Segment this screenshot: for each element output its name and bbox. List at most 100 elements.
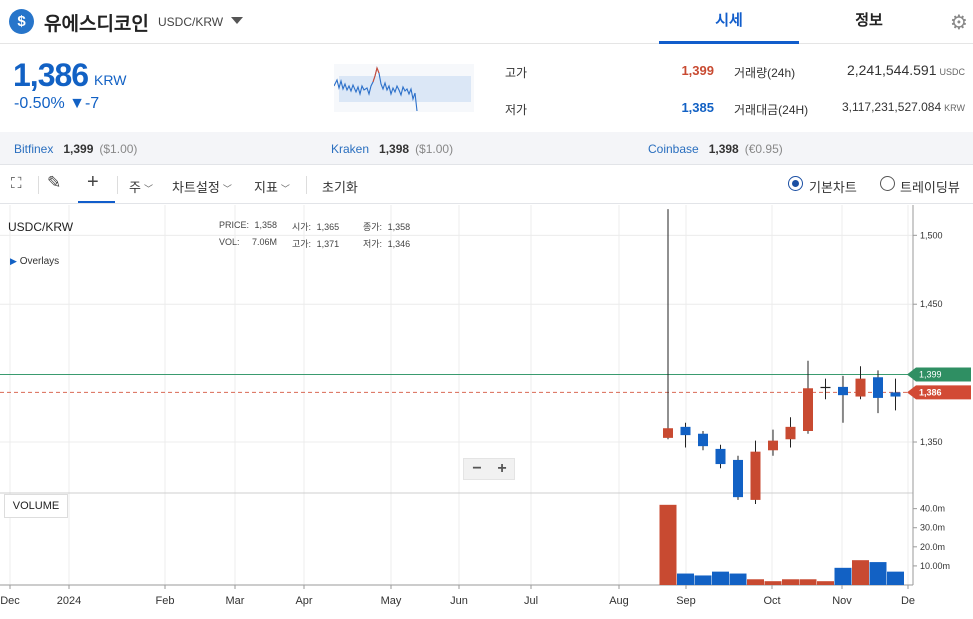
trading-view-label[interactable]: 트레이딩뷰 xyxy=(900,177,960,196)
time-tick-label: De xyxy=(901,595,915,607)
price-tick-label: 1,350 xyxy=(920,437,943,447)
chevron-down-icon: ﹀ xyxy=(143,184,153,194)
volume-bar xyxy=(747,579,764,585)
candle-body xyxy=(733,459,743,498)
volume-tick-label: 20.0m xyxy=(920,542,945,552)
time-tick-label: Oct xyxy=(763,595,780,607)
volume-tick-label: 10.00m xyxy=(920,561,950,571)
legend-price: PRICE: 1,358 xyxy=(219,220,278,230)
amount-24h-value: 3,117,231,527.084 KRW xyxy=(841,100,965,114)
basic-chart-label[interactable]: 기본차트 xyxy=(809,177,857,196)
volume-bar xyxy=(869,562,887,585)
volume-bar xyxy=(852,560,869,585)
exchange-coinbase[interactable]: Coinbase 1,398 (€0.95) xyxy=(648,142,783,156)
candle-body xyxy=(750,451,761,500)
price-tick-label: 1,450 xyxy=(920,299,943,309)
volume-bar xyxy=(764,581,782,585)
play-icon: ▶ xyxy=(10,256,17,266)
candle-body xyxy=(803,388,813,431)
volume-bar xyxy=(782,579,799,585)
legend-high: 고가: 1,371 xyxy=(292,239,340,249)
mini-price-chart xyxy=(333,64,474,112)
time-tick-label: Jun xyxy=(450,595,468,607)
candle-body xyxy=(873,377,883,398)
time-tick-label: Jul xyxy=(524,595,538,607)
current-price: 1,386 xyxy=(13,57,89,93)
volume-24h-value: 2,241,544.591 USDC xyxy=(846,62,965,78)
price-summary: 1,386 KRW -0.50% ▼-7 고가 1,399 저가 1,385 거… xyxy=(0,45,973,132)
high-label: 고가 xyxy=(505,66,528,80)
volume-tick-label: 40.0m xyxy=(920,504,945,514)
candle-body xyxy=(698,433,708,447)
time-tick-label: Dec xyxy=(0,595,20,607)
volume-bar xyxy=(694,575,712,585)
exchange-kraken[interactable]: Kraken 1,398 ($1.00) xyxy=(331,142,453,156)
chart-pair-title: USDC/KRW xyxy=(8,220,74,234)
trading-view-radio[interactable] xyxy=(880,176,895,191)
time-tick-label: Mar xyxy=(226,595,245,607)
chart-toolbar: ⛶ ✎ + 주 ﹀ 차트설정 ﹀ 지표 ﹀ 초기화 기본차트 트레이딩뷰 xyxy=(0,166,973,204)
volume-bar xyxy=(712,571,729,585)
time-tick-label: Apr xyxy=(295,595,312,607)
volume-24h-label: 거래량(24h) xyxy=(734,66,796,80)
low-value: 1,385 xyxy=(681,100,714,115)
indicators-select[interactable]: 지표 ﹀ xyxy=(254,177,290,196)
price-unit: KRW xyxy=(94,72,127,88)
pencil-icon[interactable]: ✎ xyxy=(47,173,61,193)
legend-open: 시가: 1,365 xyxy=(292,222,340,232)
volume-bar xyxy=(817,581,834,585)
volume-bar xyxy=(677,573,694,585)
coin-name[interactable]: 유에스디코인 xyxy=(44,9,149,36)
header: $ 유에스디코인 USDC/KRW 시세 정보 ⚙ xyxy=(0,0,973,44)
reference-price-label: 1,399 xyxy=(919,369,942,379)
candle-body xyxy=(890,392,901,397)
candle-body xyxy=(768,440,778,451)
volume-bar xyxy=(834,567,852,585)
legend-close: 종가: 1,358 xyxy=(363,222,411,232)
price-change: -0.50% ▼-7 xyxy=(14,95,100,112)
chevron-down-icon: ﹀ xyxy=(280,184,290,194)
time-tick-label: Aug xyxy=(609,595,629,607)
reset-button[interactable]: 초기화 xyxy=(322,177,358,196)
tab-info[interactable]: 정보 xyxy=(799,0,939,44)
tab-market[interactable]: 시세 xyxy=(659,0,799,44)
divider xyxy=(117,176,118,194)
price-tick-label: 1,500 xyxy=(920,230,943,240)
time-tick-label: 2024 xyxy=(57,595,81,607)
low-label: 저가 xyxy=(505,103,528,117)
chevron-down-icon[interactable] xyxy=(231,17,243,24)
overlays-toggle[interactable]: ▶ Overlays xyxy=(10,256,59,267)
divider xyxy=(38,176,39,194)
volume-panel-label: VOLUME xyxy=(4,494,68,518)
time-tick-label: Nov xyxy=(832,595,852,607)
exchange-prices: Bitfinex 1,399 ($1.00) Kraken 1,398 ($1.00) … xyxy=(0,132,973,165)
candle-body xyxy=(855,378,866,397)
time-tick-label: Feb xyxy=(156,595,175,607)
candle-body xyxy=(680,426,691,436)
chart-settings-select[interactable]: 차트설정 ﹀ xyxy=(172,177,232,196)
last-price-label: 1,386 xyxy=(919,387,942,397)
candle-body xyxy=(785,426,796,440)
zoom-out-button[interactable]: − xyxy=(465,460,489,478)
candlestick-chart[interactable]: 1,500 1,450 1,350 1,399 1,386 40.0m 30.0m 20.0m… xyxy=(0,205,973,614)
gear-icon[interactable]: ⚙ xyxy=(950,10,968,35)
time-tick-label: May xyxy=(381,595,402,607)
legend-low: 저가: 1,346 xyxy=(363,239,411,249)
amount-24h-label: 거래대금(24H) xyxy=(734,103,809,117)
legend-volume: VOL: 7.06M xyxy=(219,237,278,247)
fullscreen-icon[interactable]: ⛶ xyxy=(11,175,22,192)
period-select[interactable]: 주 ﹀ xyxy=(129,177,153,196)
basic-chart-radio[interactable] xyxy=(788,176,803,191)
dollar-coin-icon: $ xyxy=(9,9,34,34)
high-value: 1,399 xyxy=(681,63,714,78)
crosshair-icon[interactable]: + xyxy=(87,171,99,194)
exchange-bitfinex[interactable]: Bitfinex 1,399 ($1.00) xyxy=(14,142,137,156)
zoom-controls: − + xyxy=(463,458,515,480)
zoom-in-button[interactable]: + xyxy=(490,460,514,478)
volume-tick-label: 30.0m xyxy=(920,523,945,533)
price-chart[interactable]: 1,500 1,450 1,350 1,399 1,386 40.0m 30.0m 20.0m… xyxy=(0,205,973,614)
volume-bar xyxy=(729,573,747,585)
coin-pair: USDC/KRW xyxy=(158,15,224,29)
chevron-down-icon: ﹀ xyxy=(222,184,232,194)
volume-bar xyxy=(887,571,904,585)
